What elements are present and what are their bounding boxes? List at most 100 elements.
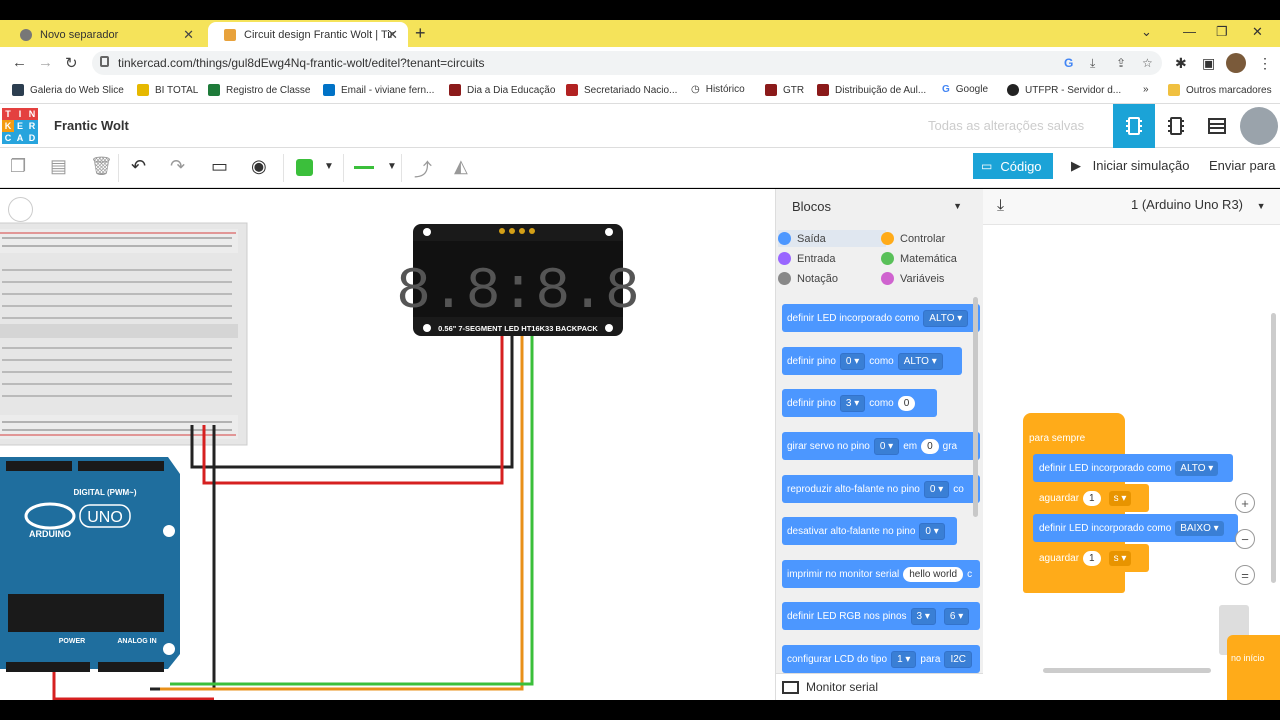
blocks-mode-dropdown[interactable]: Blocos ▼ (780, 193, 976, 221)
block-set-rgb-led[interactable]: definir LED RGB nos pinos 3 ▾ 6 ▾ (782, 602, 980, 630)
install-icon[interactable]: ⤓ (1090, 56, 1095, 71)
category-control[interactable]: Controlar (881, 232, 945, 245)
bookmark-item[interactable]: GTR (765, 84, 804, 96)
notes-visibility-icon[interactable]: ◉ (251, 156, 267, 177)
copy-icon[interactable]: ❐ (10, 156, 26, 177)
pin-dropdown[interactable]: 0 ▾ (923, 480, 950, 498)
send-to-button[interactable]: Enviar para (1209, 158, 1275, 173)
zoom-reset-icon[interactable]: = (1235, 565, 1255, 585)
project-title[interactable]: Frantic Wolt (54, 118, 129, 133)
bookmark-item[interactable]: BI TOTAL (137, 84, 198, 96)
schematic-view-button[interactable] (1155, 104, 1197, 148)
maximize-icon[interactable]: ❐ (1216, 24, 1228, 40)
category-output[interactable]: Saída (778, 230, 886, 247)
bookmark-item[interactable]: UTFPR - Servidor d... (1007, 84, 1121, 96)
code-button[interactable]: ▭ Código (973, 153, 1053, 179)
reload-icon[interactable]: ↻ (65, 54, 78, 72)
serial-monitor-button[interactable]: Monitor serial (776, 673, 983, 700)
block-configure-lcd[interactable]: configurar LCD do tipo 1 ▾ para I2C (782, 645, 980, 673)
block-set-pin[interactable]: definir pino 0 ▾ como ALTO ▾ (782, 347, 962, 375)
tinkercad-logo[interactable]: T I N K E R C A D (2, 108, 38, 144)
component-list-button[interactable] (1196, 104, 1238, 148)
block-print-serial[interactable]: imprimir no monitor serial hello world c (782, 560, 980, 588)
circuit-view-button[interactable] (1113, 104, 1155, 148)
pin-dropdown[interactable]: 6 ▾ (943, 607, 970, 625)
chevron-down-icon[interactable]: ▼ (387, 161, 397, 172)
bookmark-item[interactable]: Outros marcadores (1168, 84, 1272, 96)
profile-avatar[interactable] (1226, 53, 1246, 73)
on-start-block[interactable]: no início (1227, 635, 1280, 700)
code-workspace[interactable]: ⤓ 1 (Arduino Uno R3) ▼ para sempre defin… (983, 189, 1280, 700)
category-math[interactable]: Matemática (881, 252, 957, 265)
device-selector[interactable]: 1 (Arduino Uno R3) ▼ (1131, 197, 1266, 212)
number-input[interactable]: 1 (1083, 550, 1101, 566)
arduino-uno-board[interactable]: DIGITAL (PWM~) ARDUINO UNO POWER ANALOG … (0, 457, 180, 672)
flip-icon[interactable]: ◭ (454, 156, 468, 177)
pin-dropdown[interactable]: 3 ▾ (839, 394, 866, 412)
interface-dropdown[interactable]: I2C (944, 650, 972, 668)
zoom-in-icon[interactable]: + (1235, 493, 1255, 513)
block-stop-speaker[interactable]: desativar alto-falante no pino 0 ▾ (782, 517, 957, 545)
text-input[interactable]: hello world (903, 566, 964, 582)
tab-new[interactable]: Novo separador ✕ (4, 22, 204, 47)
block-set-pwm-pin[interactable]: definir pino 3 ▾ como 0 (782, 389, 937, 417)
pin-dropdown[interactable]: 0 ▾ (873, 437, 900, 455)
block-play-speaker[interactable]: reproduzir alto-falante no pino 0 ▾ co (782, 475, 980, 503)
block-rotate-servo[interactable]: girar servo no pino 0 ▾ em 0 gra (782, 432, 980, 460)
star-icon[interactable]: ☆ (1142, 56, 1153, 70)
pin-dropdown[interactable]: 0 ▾ (839, 352, 866, 370)
bookmark-item[interactable]: Galeria do Web Slice (12, 84, 124, 96)
menu-icon[interactable]: ⋮ (1258, 55, 1272, 72)
value-dropdown[interactable]: BAIXO ▾ (1175, 520, 1224, 536)
pin-dropdown[interactable]: 3 ▾ (910, 607, 936, 625)
breadboard[interactable] (0, 222, 248, 446)
stack-wait-2[interactable]: aguardar 1 s ▾ (1033, 544, 1149, 572)
number-input[interactable]: 1 (1083, 490, 1101, 506)
bookmark-item[interactable]: Distribuição de Aul... (817, 84, 926, 96)
user-avatar[interactable] (1240, 107, 1278, 145)
category-variables[interactable]: Variáveis (881, 272, 944, 285)
new-tab-plus-icon[interactable]: + (415, 23, 426, 44)
bookmark-item[interactable]: Email - viviane fern... (323, 84, 434, 96)
bookmark-item[interactable]: Secretariado Nacio... (566, 84, 677, 96)
paste-icon[interactable]: ▤ (50, 156, 67, 177)
value-dropdown[interactable]: ALTO ▾ (897, 352, 943, 370)
close-icon[interactable]: ✕ (183, 27, 194, 43)
block-set-builtin-led[interactable]: definir LED incorporado como ALTO ▾ (782, 304, 980, 332)
pin-dropdown[interactable]: 0 ▾ (919, 522, 945, 540)
sidebar-icon[interactable]: ▣ (1202, 55, 1215, 72)
wire-color-swatch[interactable] (296, 159, 313, 176)
rotate-icon[interactable]: ⤴ (414, 156, 432, 182)
delete-icon[interactable]: 🗑 (90, 156, 113, 177)
horizontal-scrollbar[interactable] (1043, 668, 1211, 673)
tab-tinkercad[interactable]: Circuit design Frantic Wolt | Tinke ✕ (208, 22, 408, 47)
unit-dropdown[interactable]: s ▾ (1108, 550, 1132, 566)
bookmark-item[interactable]: ◷ Histórico (691, 84, 745, 95)
url-input[interactable]: tinkercad.com/things/gul8dEwg4Nq-frantic… (92, 51, 1162, 75)
bookmark-item[interactable]: Registro de Classe (208, 84, 310, 96)
redo-icon[interactable]: ↷ (170, 156, 185, 177)
forward-arrow-icon[interactable]: → (38, 54, 53, 71)
bookmark-item[interactable]: G Google (942, 84, 988, 95)
type-dropdown[interactable]: 1 ▾ (891, 650, 917, 668)
bookmark-item[interactable]: Dia a Dia Educação (449, 84, 555, 96)
stack-wait-1[interactable]: aguardar 1 s ▾ (1033, 484, 1149, 512)
category-input[interactable]: Entrada (778, 252, 836, 265)
palette-scrollbar[interactable] (973, 297, 978, 517)
window-close-icon[interactable]: ✕ (1252, 24, 1263, 40)
value-dropdown[interactable]: ALTO ▾ (923, 309, 969, 327)
minimize-icon[interactable]: — (1183, 24, 1196, 39)
value-input[interactable]: 0 (921, 438, 939, 454)
bookmarks-overflow[interactable]: » (1143, 84, 1149, 95)
undo-icon[interactable]: ↶ (131, 156, 146, 177)
start-simulation-button[interactable]: ▶ Iniciar simulação (1071, 158, 1189, 174)
tab-search-chevron-icon[interactable]: ⌄ (1141, 24, 1152, 40)
stack-set-led-high[interactable]: definir LED incorporado como ALTO ▾ (1033, 454, 1233, 482)
extensions-icon[interactable]: ✱ (1175, 55, 1187, 72)
category-notation[interactable]: Notação (778, 272, 838, 285)
note-icon[interactable]: ▭ (211, 156, 228, 177)
stack-set-led-low[interactable]: definir LED incorporado como BAIXO ▾ (1033, 514, 1238, 542)
seven-segment-display[interactable]: 8.8:8.8 0.56" 7-SEGMENT LED HT16K33 BACK… (396, 224, 640, 336)
share-icon[interactable]: ⇪ (1116, 56, 1126, 70)
google-translate-icon[interactable]: G (1064, 56, 1073, 70)
